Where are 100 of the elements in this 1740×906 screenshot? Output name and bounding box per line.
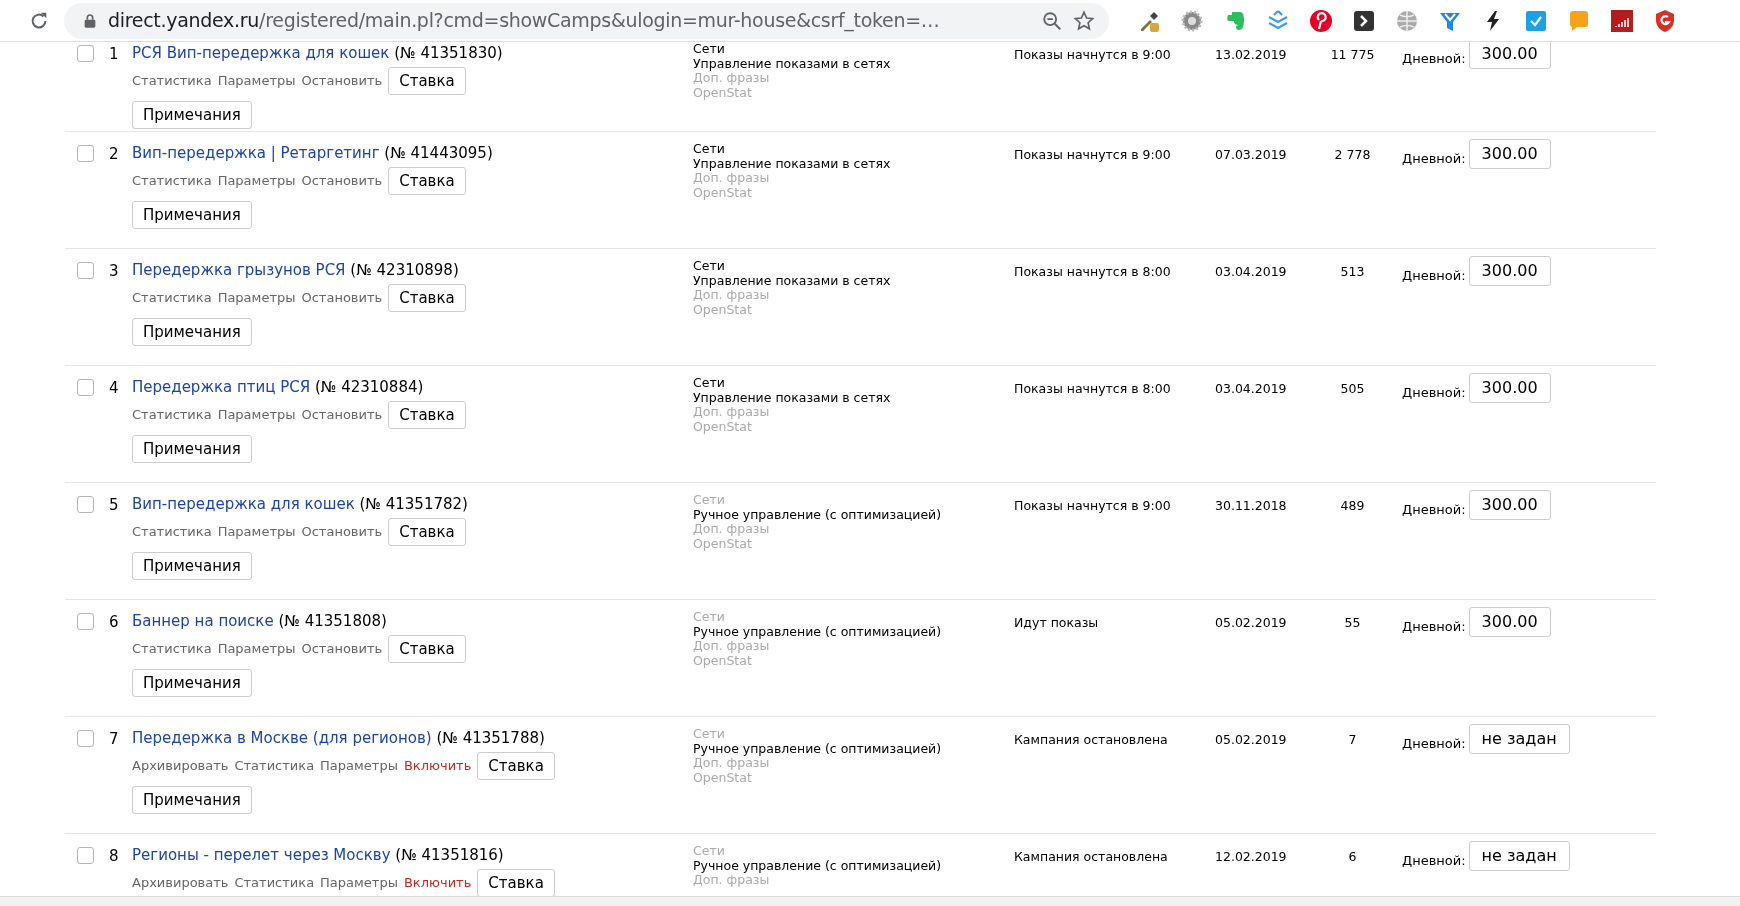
campaign-link[interactable]: Вип-передержка для кошек <box>132 495 355 513</box>
globe-icon[interactable] <box>1395 8 1419 33</box>
action-link[interactable]: Остановить <box>301 405 383 425</box>
action-link[interactable]: Остановить <box>301 71 383 91</box>
budget-label: Дневной: <box>1402 384 1466 402</box>
action-link[interactable]: Параметры <box>217 288 296 308</box>
action-link[interactable]: Параметры <box>320 756 398 776</box>
strategy-text: Сети <box>693 727 726 742</box>
bid-button[interactable]: Ставка <box>388 67 466 95</box>
bid-button[interactable]: Ставка <box>388 635 466 663</box>
count-text: 6 <box>1348 849 1357 864</box>
budget-button[interactable]: 300.00 <box>1468 256 1551 286</box>
budget-label: Дневной: <box>1402 150 1466 168</box>
row-checkbox[interactable] <box>77 847 94 864</box>
campaign-link[interactable]: Регионы - перелет через Москву <box>132 846 391 864</box>
star-icon[interactable] <box>1073 9 1095 32</box>
row-checkbox[interactable] <box>77 379 94 396</box>
action-link[interactable]: Статистика <box>234 756 315 776</box>
row-checkbox[interactable] <box>77 730 94 747</box>
row-number: 5 <box>109 495 120 516</box>
budget-button[interactable]: 300.00 <box>1468 607 1551 637</box>
action-link[interactable]: Остановить <box>301 288 383 308</box>
count-text: 2 778 <box>1334 147 1371 162</box>
action-link[interactable]: Параметры <box>217 522 296 542</box>
action-link[interactable]: Статистика <box>234 873 315 893</box>
chevron-square-icon[interactable] <box>1352 8 1376 33</box>
budget-button[interactable]: не задан <box>1468 841 1570 871</box>
action-link[interactable]: Параметры <box>217 405 296 425</box>
action-link[interactable]: Параметры <box>217 171 296 191</box>
strategy-text: Сети <box>693 376 726 391</box>
action-link[interactable]: Статистика <box>132 288 212 308</box>
bid-button[interactable]: Ставка <box>388 518 466 546</box>
campaign-link[interactable]: Передержка в Москве (для регионов) <box>132 729 432 747</box>
campaign-number: (№ 41351830) <box>394 44 503 62</box>
action-link[interactable]: Статистика <box>132 522 212 542</box>
checkbox-icon[interactable] <box>1524 8 1548 33</box>
strategy-text: Управление показами в сетях <box>693 273 892 288</box>
shield-icon[interactable] <box>1653 8 1677 33</box>
budget-button[interactable]: 300.00 <box>1468 139 1551 169</box>
action-link[interactable]: Статистика <box>132 639 212 659</box>
status-text: Показы начнутся в 9:00 <box>1014 147 1171 162</box>
action-link[interactable]: Статистика <box>132 171 212 191</box>
bid-button[interactable]: Ставка <box>388 167 466 195</box>
action-link[interactable]: Включить <box>403 873 472 893</box>
action-link[interactable]: Статистика <box>132 71 212 91</box>
strategy-text: Доп. фразы <box>693 288 770 303</box>
campaign-link[interactable]: Передержка грызунов РСЯ <box>132 261 346 279</box>
campaign-link[interactable]: РСЯ Вип-передержка для кошек <box>132 44 390 62</box>
row-number: 3 <box>109 261 120 282</box>
notes-button[interactable]: Примечания <box>132 201 252 229</box>
notes-button[interactable]: Примечания <box>132 669 252 697</box>
bid-button[interactable]: Ставка <box>388 401 466 429</box>
zoom-icon[interactable] <box>1041 9 1063 32</box>
speech-bubble-icon[interactable] <box>1567 8 1591 33</box>
date-text: 05.02.2019 <box>1215 732 1287 747</box>
row-checkbox[interactable] <box>77 45 94 62</box>
campaign-link[interactable]: Передержка птиц РСЯ <box>132 378 311 396</box>
address-bar[interactable]: direct.yandex.ru/registered/main.pl?cmd=showCamps&ulogin=mur-house&csrf_token=… <box>64 2 1109 39</box>
strategy-text: Доп. фразы <box>693 873 770 888</box>
notes-button[interactable]: Примечания <box>132 552 252 580</box>
gear-icon[interactable] <box>1180 8 1204 33</box>
row-checkbox[interactable] <box>77 145 94 162</box>
bid-button[interactable]: Ставка <box>388 284 466 312</box>
budget-label: Дневной: <box>1402 852 1466 870</box>
campaign-link[interactable]: Баннер на поиске <box>132 612 274 630</box>
signal-bars-icon[interactable] <box>1610 8 1634 33</box>
budget-button[interactable]: 300.00 <box>1468 490 1551 520</box>
action-link[interactable]: Остановить <box>301 639 383 659</box>
row-checkbox[interactable] <box>77 262 94 279</box>
campaign-link[interactable]: Вип-передержка | Ретаргетинг <box>132 144 380 162</box>
action-link[interactable]: Статистика <box>132 405 212 425</box>
row-checkbox[interactable] <box>77 496 94 513</box>
action-link[interactable]: Параметры <box>320 873 398 893</box>
strategy-text: OpenStat <box>693 419 752 434</box>
pin-icon[interactable] <box>1309 8 1333 33</box>
count-text: 505 <box>1340 381 1365 396</box>
notes-button[interactable]: Примечания <box>132 101 252 129</box>
action-link[interactable]: Архивировать <box>132 873 229 893</box>
budget-label: Дневной: <box>1402 735 1466 753</box>
action-link[interactable]: Остановить <box>301 171 383 191</box>
notes-button[interactable]: Примечания <box>132 318 252 346</box>
strategy-text: Ручное управление (с оптимизацией) <box>693 741 943 756</box>
action-link[interactable]: Параметры <box>217 639 296 659</box>
budget-button[interactable]: не задан <box>1468 724 1570 754</box>
strategy-text: OpenStat <box>693 536 752 551</box>
action-link[interactable]: Архивировать <box>132 756 229 776</box>
budget-button[interactable]: 300.00 <box>1468 42 1551 69</box>
action-link[interactable]: Параметры <box>217 71 296 91</box>
date-text: 05.02.2019 <box>1215 615 1287 630</box>
strategy-text: OpenStat <box>693 653 752 668</box>
notes-button[interactable]: Примечания <box>132 786 252 814</box>
action-link[interactable]: Включить <box>403 756 472 776</box>
action-link[interactable]: Остановить <box>301 522 383 542</box>
row-number: 8 <box>109 846 120 867</box>
row-checkbox[interactable] <box>77 613 94 630</box>
date-text: 30.11.2018 <box>1215 498 1287 513</box>
notes-button[interactable]: Примечания <box>132 435 252 463</box>
bid-button[interactable]: Ставка <box>477 752 555 780</box>
bid-button[interactable]: Ставка <box>477 869 555 896</box>
budget-button[interactable]: 300.00 <box>1468 373 1551 403</box>
